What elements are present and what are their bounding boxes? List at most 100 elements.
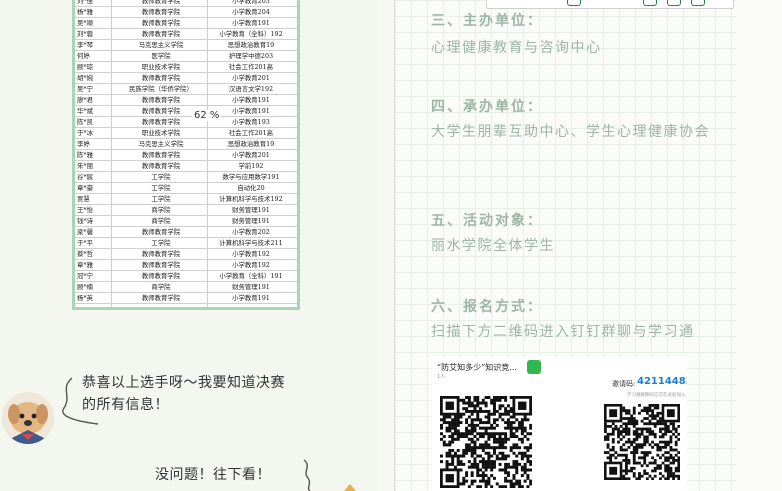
table-row: 顾*琼 职业技术学院 社会工作201高 — [75, 62, 297, 73]
table-row: 冠*宁 教师教育学院 小学教育（全科）191 — [75, 271, 297, 282]
winner-college-cell: 教师教育学院 — [141, 261, 181, 269]
winner-class-cell: 计算机科学与技术211 — [219, 239, 283, 247]
table-row: 杨*英 教师教育学院 小学教育191 — [75, 293, 297, 304]
chat-message-2: 没问题！往下看！ — [155, 467, 271, 483]
winner-college-cell: 教师教育学院 — [141, 294, 181, 302]
winner-college-cell: 教师教育学院 — [141, 228, 181, 236]
dog-avatar-icon — [2, 392, 54, 444]
chat-message-1-line1: 恭喜以上选手呀～我要知道决赛 — [82, 375, 285, 391]
winners-table: 刘*佳 教师教育学院 小学教育203 杨*雅 教师教育学院 小学教育204 吴*顺 教师教育学… — [72, 0, 300, 310]
audience-heading: 五、活动对象： — [431, 213, 543, 229]
table-row: 吴*宁 民族学院（华侨学院） 汉语言文学192 — [75, 84, 297, 95]
table-row: 胡*婉 教师教育学院 小学教育201 — [75, 73, 297, 84]
winner-name-cell: 华*斌 — [77, 107, 93, 115]
winner-name-cell: 谷*宸 — [77, 173, 93, 181]
winner-college-cell: 商学院 — [151, 283, 171, 291]
winner-name-cell: 刘*蓉 — [77, 30, 93, 38]
winner-class-cell: 财务管理191 — [232, 283, 270, 291]
table-row: 廖*君 教师教育学院 小学教育191 — [75, 95, 297, 106]
chat-message-1-line2: 的所有信息！ — [82, 397, 169, 413]
toolbar-button[interactable] — [667, 0, 681, 6]
winner-college-cell: 职业技术学院 — [141, 63, 181, 71]
winner-name-cell: 钱*诗 — [77, 217, 93, 225]
co-organizer-text: 大学生朋辈互助中心、学生心理健康协会 — [431, 124, 710, 140]
table-row: 章*豪 工学院 自动化20 — [75, 183, 297, 194]
winner-class-cell: 社会工作201高 — [228, 129, 274, 137]
winner-name-cell: 胡*婉 — [77, 74, 93, 82]
winner-name-cell: 顾*楠 — [77, 283, 93, 291]
winner-college-cell: 工学院 — [151, 195, 171, 203]
winner-name-cell: 陈*凯 — [77, 118, 93, 126]
winner-class-cell: 小学教育192 — [232, 250, 270, 258]
toolbar-button[interactable] — [643, 0, 657, 6]
table-row: 蔡*哲 教师教育学院 小学教育192 — [75, 249, 297, 260]
winner-class-cell: 小学教育（全科）191 — [219, 272, 283, 280]
table-row: 于*冰 职业技术学院 社会工作201高 — [75, 128, 297, 139]
winner-class-cell: 计算机科学与技术192 — [219, 195, 283, 203]
winner-college-cell: 民族学院（华侨学院） — [129, 85, 193, 93]
winner-class-cell: 小学教育192 — [232, 261, 270, 269]
organizer-heading: 三、主办单位： — [431, 13, 543, 29]
speech-squiggle-icon — [303, 459, 311, 491]
table-row: 李婷 马克思主义学院 思想政治教育19 — [75, 139, 297, 150]
registration-heading: 六、报名方式： — [431, 299, 543, 315]
winner-class-cell: 小学教育（全科）192 — [219, 30, 283, 38]
winner-class-cell: 财务管理191 — [232, 206, 270, 214]
winner-class-cell: 小学教育191 — [232, 96, 270, 104]
winner-class-cell: 财务管理191 — [232, 217, 270, 225]
table-row: 杨*雅 教师教育学院 小学教育204 — [75, 7, 297, 18]
winner-college-cell: 教师教育学院 — [141, 250, 181, 258]
co-organizer-heading: 四、承办单位： — [431, 99, 543, 115]
winner-name-cell: 于*平 — [77, 239, 93, 247]
table-row: 梁*馨 教师教育学院 小学教育202 — [75, 227, 297, 238]
winner-name-cell: 冠*宁 — [77, 272, 93, 280]
invite-code-value: 42114483 — [637, 376, 687, 387]
winner-class-cell: 汉语言文学192 — [228, 85, 274, 93]
floating-toolbar[interactable] — [486, 0, 734, 9]
winner-class-cell: 数学与应用数学191 — [222, 173, 280, 181]
right-margin — [736, 0, 782, 491]
winner-class-cell: 学前192 — [238, 162, 264, 170]
table-row: 何婷 医学院 护理学中德203 — [75, 51, 297, 62]
winner-name-cell: 刘*佳 — [77, 0, 93, 5]
winner-name-cell: 吴*宁 — [77, 85, 93, 93]
winner-college-cell: 职业技术学院 — [141, 129, 181, 137]
winner-class-cell: 社会工作201高 — [228, 63, 274, 71]
winner-college-cell: 教师教育学院 — [141, 96, 181, 104]
winner-name-cell: 杨*雅 — [77, 8, 93, 16]
dingtalk-qr-code[interactable] — [440, 396, 532, 488]
winner-college-cell: 教师教育学院 — [141, 162, 181, 170]
winner-class-cell: 小学教育204 — [232, 8, 270, 16]
table-row: 钱*诗 商学院 财务管理191 — [75, 216, 297, 227]
winner-college-cell: 教师教育学院 — [141, 30, 181, 38]
toolbar-button[interactable] — [567, 0, 581, 6]
winner-name-cell: 朱*丽 — [77, 162, 93, 170]
winner-name-cell: 王*怡 — [77, 206, 93, 214]
organizer-text: 心理健康教育与咨询中心 — [431, 40, 602, 56]
winner-name-cell: 蔡*哲 — [77, 250, 93, 258]
zoom-indicator: 62 % — [192, 110, 222, 121]
winner-class-cell: 小学教育201 — [232, 151, 270, 159]
table-row: 于*平 工学院 计算机科学与技术211 — [75, 238, 297, 249]
xuexitong-qr-code[interactable] — [604, 404, 680, 480]
chat-message-1: 恭喜以上选手呀～我要知道决赛 的所有信息！ — [82, 372, 342, 416]
toolbar-button[interactable] — [691, 0, 705, 6]
table-row: 顾*楠 商学院 财务管理191 — [75, 282, 297, 293]
dingtalk-logo-icon — [527, 360, 541, 374]
table-row: 吴*顺 教师教育学院 小学教育191 — [75, 18, 297, 29]
sticker-icon — [344, 484, 356, 491]
winner-college-cell: 医学院 — [151, 52, 171, 60]
winner-college-cell: 工学院 — [151, 173, 171, 181]
winner-college-cell: 马克思主义学院 — [138, 41, 184, 49]
winner-class-cell: 小学教育203 — [232, 0, 270, 5]
winner-college-cell: 教师教育学院 — [141, 74, 181, 82]
winner-college-cell: 工学院 — [151, 184, 171, 192]
winner-name-cell: 李婷 — [77, 140, 90, 148]
winner-college-cell: 教师教育学院 — [141, 151, 181, 159]
winner-college-cell: 工学院 — [151, 239, 171, 247]
winner-name-cell: 何婷 — [77, 52, 90, 60]
audience-text: 丽水学院全体学生 — [431, 238, 555, 254]
table-row: 谷*宸 工学院 数学与应用数学191 — [75, 172, 297, 183]
winner-class-cell: 护理学中德203 — [228, 52, 274, 60]
winner-college-cell: 商学院 — [151, 217, 171, 225]
